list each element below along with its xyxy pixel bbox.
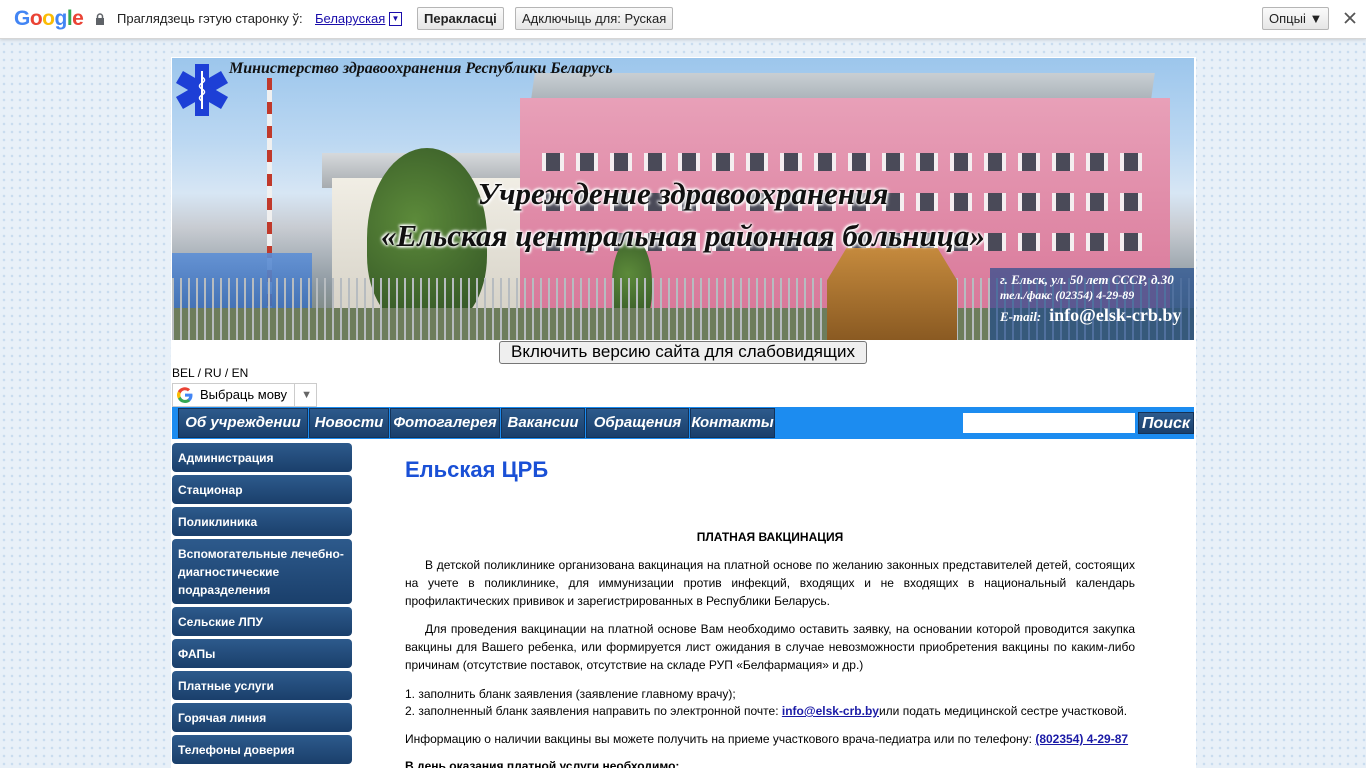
contact-box: г. Ельск, ул. 50 лет СССР, д.30 тел./фак…: [990, 268, 1194, 340]
address: г. Ельск, ул. 50 лет СССР, д.30: [1000, 272, 1174, 287]
search-button[interactable]: Поиск: [1138, 412, 1194, 434]
translate-language-link[interactable]: Беларуская: [315, 11, 385, 26]
close-icon[interactable]: [1343, 11, 1357, 25]
main-content: Ельская ЦРБ ПЛАТНАЯ ВАКЦИНАЦИЯ В детской…: [405, 457, 1135, 768]
steps-list: 1. заполнить бланк заявления (заявление …: [405, 686, 1127, 720]
ministry-label: Министерство здравоохранения Республики …: [229, 60, 613, 77]
nav-contacts[interactable]: Контакты: [690, 408, 775, 438]
star-of-life-icon: [175, 64, 229, 116]
sidebar-item-trust-phones[interactable]: Телефоны доверия: [172, 735, 352, 764]
chevron-down-icon: ▼: [294, 384, 312, 406]
gazebo: [827, 248, 957, 340]
search-input[interactable]: [963, 413, 1135, 433]
google-g-icon: [177, 387, 193, 403]
header-title-line1: Учреждение здравоохранения: [477, 176, 889, 211]
subheading: В день оказания платной услуги необходим…: [405, 759, 680, 768]
sidebar-item-hotline[interactable]: Горячая линия: [172, 703, 352, 732]
email-link[interactable]: info@elsk-crb.by: [782, 704, 879, 718]
sidebar-item-auxiliary[interactable]: Вспомогательные лечебно-диагностические …: [172, 539, 352, 604]
translate-bar: Google Праглядзець гэтую старонку ў: Бел…: [0, 0, 1366, 39]
sidebar-item-rural[interactable]: Сельские ЛПУ: [172, 607, 352, 636]
nav-news[interactable]: Новости: [309, 408, 389, 438]
translate-button[interactable]: Перакласці: [417, 7, 504, 30]
nav-vacancies[interactable]: Вакансии: [501, 408, 585, 438]
list-item: 2. заполненный бланк заявления направить…: [405, 704, 1128, 718]
email-link[interactable]: info@elsk-crb.by: [1049, 305, 1181, 325]
phone-link[interactable]: (802354) 4-29-87: [1035, 732, 1128, 746]
phone: тел./факс (02354) 4-29-89: [1000, 288, 1135, 302]
disable-translate-button[interactable]: Адключыць для: Руская: [515, 7, 674, 30]
sidebar-item-hospital[interactable]: Стационар: [172, 475, 352, 504]
nav-about[interactable]: Об учреждении: [178, 408, 308, 438]
sidebar-item-polyclinic[interactable]: Поликлиника: [172, 507, 352, 536]
language-links[interactable]: BEL / RU / EN: [172, 366, 248, 380]
header-banner: Министерство здравоохранения Республики …: [172, 58, 1194, 340]
header-title-line2: «Ельская центральная районная больница»: [381, 218, 985, 253]
options-button[interactable]: Опцыі ▼: [1262, 7, 1330, 30]
low-vision-button[interactable]: Включить версию сайта для слабовидящих: [499, 341, 867, 364]
language-dropdown-icon[interactable]: ▼: [389, 12, 402, 26]
nav-gallery[interactable]: Фотогалерея: [390, 408, 500, 438]
email-label: E-mail:: [1000, 309, 1042, 324]
nav-appeals[interactable]: Обращения: [586, 408, 689, 438]
info-line: Информацию о наличии вакцины вы можете п…: [405, 732, 1129, 746]
translate-select[interactable]: Выбраць мову ▼: [172, 383, 317, 407]
sidebar-item-faps[interactable]: ФАПы: [172, 639, 352, 668]
paragraph: В детской поликлинике организована вакци…: [405, 558, 1135, 608]
paragraph: Для проведения вакцинации на платной осн…: [405, 622, 1135, 672]
translate-select-label: Выбраць мову: [200, 387, 288, 402]
page-title: Ельская ЦРБ: [405, 457, 549, 482]
section-heading: ПЛАТНАЯ ВАКЦИНАЦИЯ: [696, 530, 844, 544]
google-logo: Google: [14, 7, 84, 30]
translate-prompt: Праглядзець гэтую старонку ў:: [117, 11, 303, 26]
sidebar-item-paid-services[interactable]: Платные услуги: [172, 671, 352, 700]
lock-icon: [96, 13, 104, 25]
sidebar-item-administration[interactable]: Администрация: [172, 443, 352, 472]
list-item: 1. заполнить бланк заявления (заявление …: [405, 687, 736, 701]
page-container: Министерство здравоохранения Республики …: [171, 57, 1196, 768]
